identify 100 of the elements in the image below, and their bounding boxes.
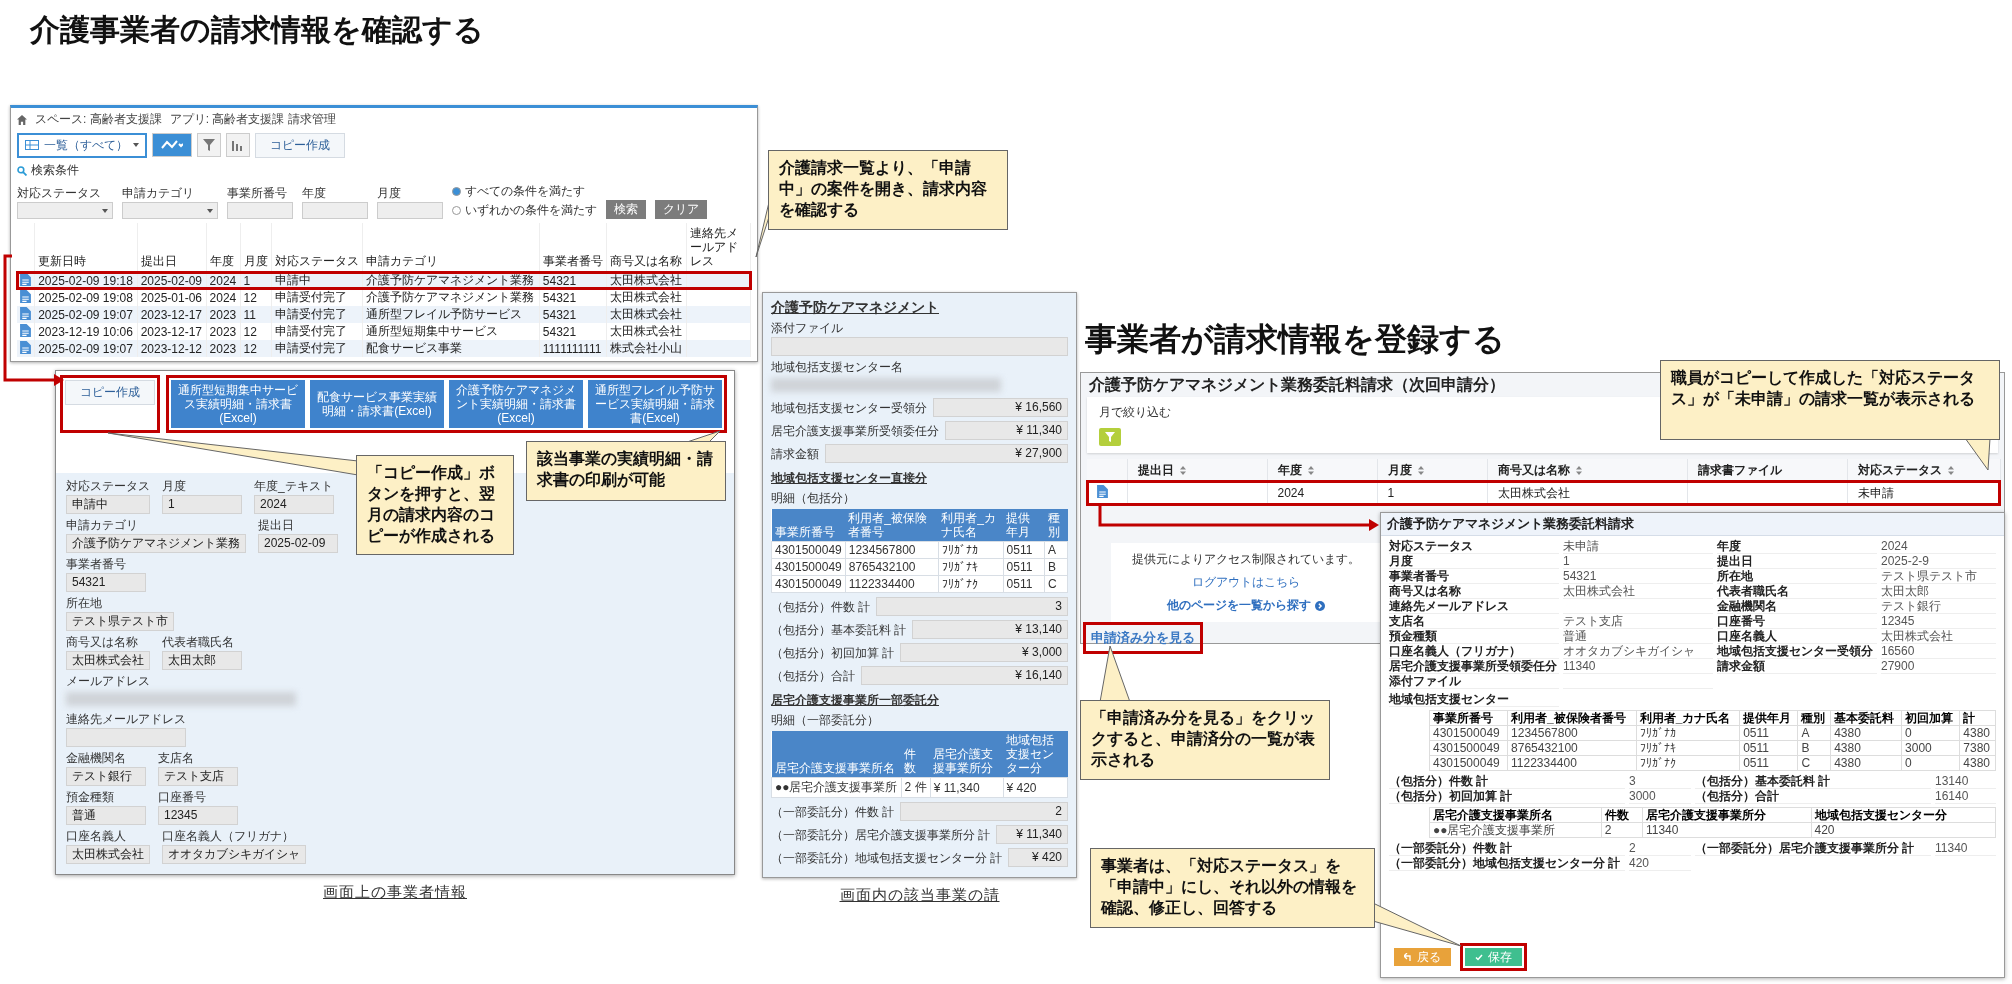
field-label: （一部委託分）地域包括支援センター分 計	[1389, 856, 1625, 871]
input-field[interactable]: ¥ 11,340	[945, 421, 1068, 440]
column-header[interactable]: 請求書ファイル	[1687, 459, 1847, 481]
input-field[interactable]	[377, 202, 443, 219]
document-icon[interactable]	[20, 323, 31, 337]
callout: 「コピー作成」ボタンを押すと、翌月の請求内容のコピーが作成される	[356, 455, 514, 555]
input-field[interactable]: ¥ 420	[1008, 848, 1068, 867]
browse-pages-link[interactable]: 他のページを一覧から探す	[1167, 597, 1325, 614]
field-value: テスト銀行	[1881, 599, 1996, 614]
excel-download-button[interactable]: 介護予防ケアマネジメント実績明細・請求書(Excel)	[449, 380, 583, 428]
section-title: 居宅介護支援事業所一部委託分	[771, 692, 940, 709]
input-field[interactable]	[227, 202, 293, 219]
sort-icon[interactable]	[1575, 465, 1582, 475]
input-field[interactable]: 2024	[254, 495, 334, 514]
input-field[interactable]: 2	[900, 802, 1068, 821]
input-field[interactable]: 太田株式会社	[66, 845, 150, 864]
column-header[interactable]: 年度	[1267, 459, 1377, 481]
input-field[interactable]: ¥ 27,900	[825, 444, 1068, 463]
screen-caption: 画面内の該当事業の請	[839, 886, 1000, 905]
input-field[interactable]: 54321	[66, 573, 146, 592]
input-field[interactable]	[771, 337, 1068, 356]
document-icon[interactable]	[20, 272, 31, 286]
logout-link[interactable]: ログアウトはこちら	[1192, 574, 1300, 591]
select-field[interactable]	[122, 202, 218, 219]
filter-button[interactable]	[197, 133, 221, 157]
field-value: 13140	[1935, 774, 1996, 789]
column-header[interactable]: 提出日	[1127, 459, 1267, 481]
callout: 「申請済み分を見る」をクリックすると、申請済分の一覧が表示される	[1080, 700, 1330, 780]
document-icon[interactable]	[20, 289, 31, 303]
chart-button[interactable]	[226, 133, 250, 157]
table-row[interactable]: 2025-02-09 19:07 2023-12-12 2023 12 申請受付完了 配食サービス事業 1111111111 株式会社小山	[17, 340, 751, 357]
table-cell: 4380	[1959, 755, 1996, 771]
breadcrumb-link[interactable]: アプリ: 高齢者支援課 請求管理	[169, 111, 336, 128]
filter-label: 事業所番号	[227, 186, 288, 200]
input-field[interactable]: テスト支店	[158, 767, 238, 786]
field-label: （包括分）合計	[771, 668, 855, 683]
input-field[interactable]: 太田太郎	[162, 651, 242, 670]
input-field[interactable]: 申請中	[66, 495, 150, 514]
radio-option[interactable]: いずれかの条件を満たす	[452, 202, 597, 219]
line-chart-icon	[161, 140, 183, 150]
radio-option[interactable]: すべての条件を満たす	[452, 183, 597, 200]
input-field[interactable]: 太田株式会社	[66, 651, 150, 670]
copy-button[interactable]: コピー作成	[255, 132, 345, 158]
sort-icon[interactable]	[1417, 465, 1424, 475]
excel-download-button[interactable]: 通所型フレイル予防サービス実績明細・請求書(Excel)	[588, 380, 722, 428]
search-button[interactable]: 検索	[606, 200, 646, 219]
excel-download-button[interactable]: 通所型短期集中サービス実績明細・請求書(Excel)	[171, 380, 305, 428]
home-icon[interactable]	[17, 114, 27, 125]
view-select[interactable]: 一覧（すべて）	[17, 132, 147, 158]
graph-button[interactable]	[152, 133, 192, 157]
document-icon[interactable]	[20, 306, 31, 320]
input-field[interactable]: テスト銀行	[66, 767, 146, 786]
field-label: （一部委託分）地域包括支援センター分 計	[771, 850, 1003, 865]
excel-download-button[interactable]: 配食サービス事業実績明細・請求書(Excel)	[310, 380, 444, 428]
input-field[interactable]: 2025-02-09	[258, 534, 338, 553]
field-label: （包括分）初回加算 計	[1389, 789, 1625, 804]
table-cell: ﾌﾘｶﾞﾅｷ	[938, 558, 1004, 576]
column-header[interactable]: 対応ステータス	[1847, 459, 2000, 481]
input-field[interactable]: ¥ 16,560	[933, 398, 1068, 417]
input-field[interactable]: ¥ 16,140	[861, 666, 1068, 685]
document-icon[interactable]	[1097, 485, 1108, 498]
table-cell: ¥ 420	[1003, 777, 1068, 798]
table-row[interactable]: 2025-02-09 19:18 2025-02-09 2024 1 申請中 介護予防ケアマネジメント業務 54321 太田株式会社	[17, 271, 751, 289]
input-field[interactable]: テスト県テスト市	[66, 612, 174, 631]
sort-icon[interactable]	[1947, 465, 1954, 475]
input-field[interactable]: 普通	[66, 806, 146, 825]
input-field[interactable]: 介護予防ケアマネジメント業務	[66, 534, 246, 553]
table-cell: ﾌﾘｶﾞﾅｷ	[1636, 740, 1740, 756]
input-field[interactable]: 12345	[158, 806, 238, 825]
field-label: 事業者番号	[66, 557, 127, 571]
field-value: 3	[1629, 774, 1691, 789]
submitted-list-link[interactable]: 申請済み分を見る	[1088, 627, 1198, 649]
column-header[interactable]: 月度	[1377, 459, 1487, 481]
input-field[interactable]: ¥ 13,140	[912, 620, 1068, 639]
input-field[interactable]	[66, 728, 186, 747]
column-header: 利用者_カナ氏名	[1636, 710, 1740, 726]
input-field[interactable]: 1	[162, 495, 242, 514]
filter-button[interactable]	[1099, 428, 1121, 446]
clear-button[interactable]: クリア	[655, 200, 707, 219]
input-field[interactable]: 3	[876, 597, 1068, 616]
column-header: 計	[1959, 710, 1996, 726]
input-field[interactable]: ¥ 3,000	[900, 643, 1068, 662]
document-icon[interactable]	[20, 340, 31, 354]
sort-icon[interactable]	[1307, 465, 1314, 475]
copy-button[interactable]: コピー作成	[65, 380, 155, 405]
table-row[interactable]: 2024 1 太田株式会社 未申請	[1087, 481, 2000, 505]
table-cell: 4301500049	[1429, 725, 1508, 741]
breadcrumb-link[interactable]: スペース: 高齢者支援課	[35, 111, 162, 128]
column-header: 事業所番号	[771, 509, 846, 542]
input-field[interactable]: ¥ 11,340	[996, 825, 1068, 844]
table-cell: 太田株式会社	[606, 271, 687, 289]
column-header[interactable]: 商号又は名称	[1487, 459, 1687, 481]
table-row[interactable]: 2025-02-09 19:07 2023-12-17 2023 11 申請受付完了 通所型フレイル予防サービス 54321 太田株式会社	[17, 306, 751, 323]
input-field[interactable]: オオタカブシキガイシャ	[162, 845, 306, 864]
column-header: 利用者_被保険者番号	[1507, 710, 1637, 726]
sort-icon[interactable]	[1179, 465, 1186, 475]
input-field[interactable]	[302, 202, 368, 219]
table-row[interactable]: 2023-12-19 10:06 2023-12-17 2023 12 申請受付完了 通所型短期集中サービス 54321 太田株式会社	[17, 323, 751, 340]
table-cell: 1122334400	[845, 575, 939, 593]
select-field[interactable]	[17, 202, 113, 219]
